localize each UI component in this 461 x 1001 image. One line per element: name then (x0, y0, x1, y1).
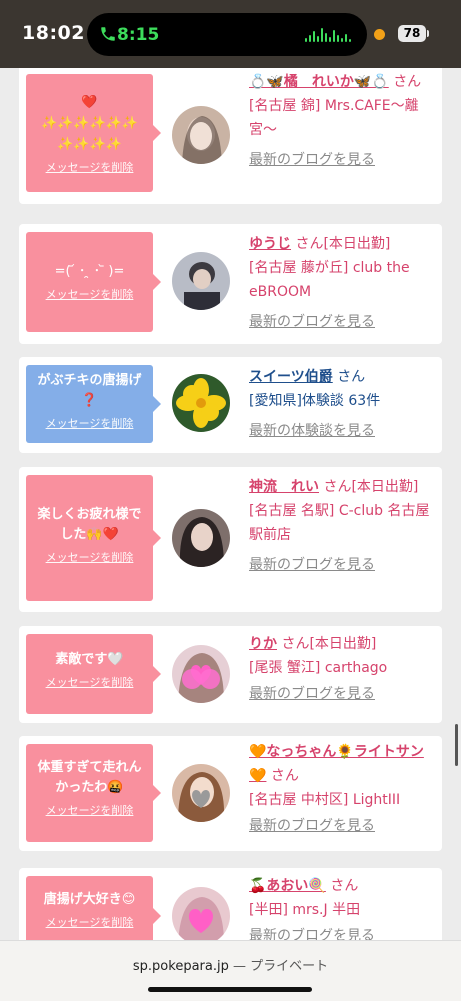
message-bubble: 唐揚げ大好き😊 メッセージを削除 (26, 876, 161, 940)
sender-name-link[interactable]: スイーツ伯爵 (249, 369, 333, 385)
message-card: 唐揚げ大好き😊 メッセージを削除 🍒あおい🍭 さん [半田] mrs.J 半田 … (19, 868, 442, 940)
delete-message-link[interactable]: メッセージを削除 (26, 415, 153, 431)
message-card: 楽しくお疲れ様でした🙌❤️ メッセージを削除 神流 れい さん[本日出勤] [名… (19, 467, 442, 612)
sender-info: 神流 れい さん[本日出勤] [名古屋 名駅] C-club 名古屋駅前店 最新… (249, 475, 435, 577)
sender-name-link[interactable]: りか (249, 636, 277, 652)
clock: 18:02 (22, 22, 85, 44)
message-text: 楽しくお疲れ様でした🙌❤️ (37, 507, 142, 542)
shop-name: [名古屋 中村区] LightIII (249, 792, 401, 808)
message-text: 素敵です🤍 (55, 652, 124, 667)
latest-blog-link[interactable]: 最新のブログを見る (249, 682, 375, 706)
message-card: 体重すぎて走れんかったわ🤬 メッセージを削除 🧡なっちゃん🌻ライトサン🧡 さん … (19, 736, 442, 851)
call-duration: 8:15 (117, 25, 160, 45)
sender-info: りか さん[本日出勤] [尾張 蟹江] carthago 最新のブログを見る (249, 632, 435, 706)
latest-review-link[interactable]: 最新の体験談を見る (249, 419, 375, 443)
private-label: — プライベート (228, 959, 329, 974)
message-feed[interactable]: ❤️ ✨✨✨✨✨✨ ✨✨✨✨ メッセージを削除 💍🦋橘 れいか🦋💍 さん [名古屋 … (0, 68, 461, 940)
message-card: 素敵です🤍 メッセージを削除 りか さん[本日出勤] [尾張 蟹江] carth… (19, 626, 442, 723)
browser-address-bar[interactable]: sp.pokepara.jp — プライベート (0, 940, 461, 1001)
delete-message-link[interactable]: メッセージを削除 (26, 674, 153, 690)
delete-message-link[interactable]: メッセージを削除 (26, 286, 153, 302)
shop-name: [半田] mrs.J 半田 (249, 902, 361, 918)
avatar[interactable] (172, 887, 230, 940)
audio-waveform-icon (305, 26, 351, 42)
latest-blog-link[interactable]: 最新のブログを見る (249, 553, 375, 577)
message-bubble: 体重すぎて走れんかったわ🤬 メッセージを削除 (26, 744, 161, 842)
avatar[interactable] (172, 374, 230, 432)
sender-name-link[interactable]: 🍒あおい🍭 (249, 878, 326, 894)
avatar[interactable] (172, 106, 230, 164)
delete-message-link[interactable]: メッセージを削除 (26, 159, 153, 175)
latest-blog-link[interactable]: 最新のブログを見る (249, 148, 375, 172)
message-card: ❤️ ✨✨✨✨✨✨ ✨✨✨✨ メッセージを削除 💍🦋橘 れいか🦋💍 さん [名古屋 … (19, 68, 442, 204)
url-domain: sp.pokepara.jp (132, 959, 229, 974)
sender-info: ゆうじ さん[本日出勤] [名古屋 藤が丘] club the eBROOM 最… (249, 232, 435, 334)
avatar[interactable] (172, 764, 230, 822)
sender-info: スイーツ伯爵 さん [愛知県]体験談 63件 最新の体験談を見る (249, 365, 435, 443)
sender-name-link[interactable]: ゆうじ (249, 236, 291, 252)
avatar[interactable] (172, 645, 230, 703)
review-count: [愛知県]体験談 63件 (249, 393, 381, 409)
message-card: がぶチキの唐揚げ❓ メッセージを削除 スイーツ伯爵 さん [愛知県]体験談 63… (19, 357, 442, 453)
shop-name: [名古屋 藤が丘] club the eBROOM (249, 260, 410, 300)
sender-info: 🧡なっちゃん🌻ライトサン🧡 さん [名古屋 中村区] LightIII 最新のブ… (249, 740, 435, 838)
avatar[interactable] (172, 509, 230, 567)
message-bubble: =( ᷄ ･ ̯ ･ ᷅ )= メッセージを削除 (26, 232, 161, 332)
sender-info: 💍🦋橘 れいか🦋💍 さん [名古屋 錦] Mrs.CAFE〜離宮〜 最新のブログ… (249, 70, 435, 172)
phone-call-icon (101, 27, 115, 41)
status-bar: 18:02 8:15 78 (0, 0, 461, 68)
message-text: =( ᷄ ･ ̯ ･ ᷅ )= (54, 264, 125, 279)
scrollbar[interactable] (455, 724, 458, 766)
delete-message-link[interactable]: メッセージを削除 (26, 914, 153, 930)
message-text: 体重すぎて走れんかったわ🤬 (37, 760, 142, 795)
avatar[interactable] (172, 252, 230, 310)
latest-blog-link[interactable]: 最新のブログを見る (249, 924, 375, 940)
message-text: 唐揚げ大好き😊 (43, 892, 136, 907)
mic-indicator-icon (374, 29, 385, 40)
message-bubble: ❤️ ✨✨✨✨✨✨ ✨✨✨✨ メッセージを削除 (26, 74, 161, 192)
latest-blog-link[interactable]: 最新のブログを見る (249, 814, 375, 838)
sender-info: 🍒あおい🍭 さん [半田] mrs.J 半田 最新のブログを見る (249, 874, 435, 940)
delete-message-link[interactable]: メッセージを削除 (26, 802, 153, 818)
shop-name: [尾張 蟹江] carthago (249, 660, 388, 676)
message-bubble: がぶチキの唐揚げ❓ メッセージを削除 (26, 365, 161, 443)
message-bubble: 楽しくお疲れ様でした🙌❤️ メッセージを削除 (26, 475, 161, 601)
shop-name: [名古屋 名駅] C-club 名古屋駅前店 (249, 503, 430, 543)
message-text: がぶチキの唐揚げ❓ (37, 373, 142, 408)
battery-icon: 78 (398, 25, 426, 42)
message-bubble: 素敵です🤍 メッセージを削除 (26, 634, 161, 714)
home-indicator[interactable] (148, 987, 312, 992)
sender-name-link[interactable]: 神流 れい (249, 479, 319, 495)
shop-name: [名古屋 錦] Mrs.CAFE〜離宮〜 (249, 98, 419, 138)
message-card: =( ᷄ ･ ̯ ･ ᷅ )= メッセージを削除 ゆうじ さん[本日出勤] [名… (19, 224, 442, 344)
latest-blog-link[interactable]: 最新のブログを見る (249, 310, 375, 334)
sender-name-link[interactable]: 💍🦋橘 れいか🦋💍 (249, 74, 389, 90)
dynamic-island[interactable]: 8:15 (87, 13, 367, 56)
delete-message-link[interactable]: メッセージを削除 (26, 549, 153, 565)
message-text: ❤️ ✨✨✨✨✨✨ ✨✨✨✨ (40, 95, 139, 152)
